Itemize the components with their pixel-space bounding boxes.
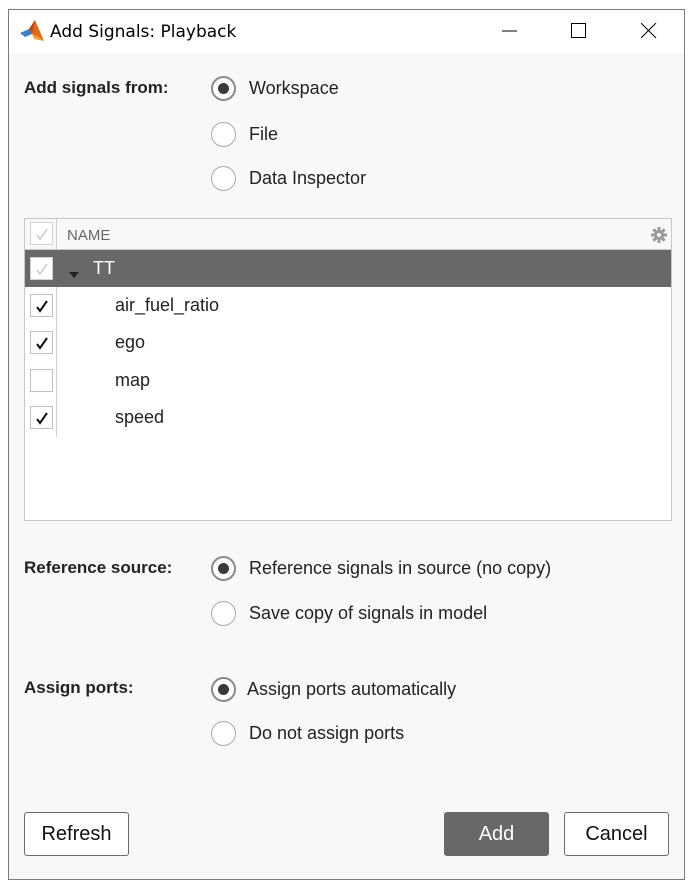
caret-down-icon[interactable] xyxy=(69,265,79,283)
radio-button[interactable] xyxy=(211,166,236,191)
add-signals-dialog: Add Signals: Playback Add signals from: … xyxy=(8,9,685,880)
title-bar: Add Signals: Playback xyxy=(9,10,684,53)
row-checkbox[interactable] xyxy=(30,369,53,392)
radio-button[interactable] xyxy=(211,76,236,101)
check-icon xyxy=(36,412,48,425)
radio-label: Do not assign ports xyxy=(249,723,405,743)
maximize-icon xyxy=(571,23,586,38)
close-button[interactable] xyxy=(626,10,672,53)
radio-label: Assign ports automatically xyxy=(247,679,457,699)
radio-button[interactable] xyxy=(211,122,236,147)
row-checkbox[interactable] xyxy=(30,331,53,354)
add-button[interactable]: Add xyxy=(444,812,549,856)
radio-button[interactable] xyxy=(211,601,236,626)
radio-data-inspector[interactable]: Data Inspector xyxy=(211,166,366,191)
check-icon xyxy=(36,337,48,350)
tree-row-root[interactable]: TT xyxy=(25,250,671,287)
minimize-button[interactable] xyxy=(487,10,533,53)
close-icon xyxy=(641,23,657,39)
maximize-button[interactable] xyxy=(556,10,602,53)
window-title: Add Signals: Playback xyxy=(50,22,237,42)
reference-source-label: Reference source: xyxy=(24,558,173,577)
assign-ports-label: Assign ports: xyxy=(24,678,134,697)
name-column-header[interactable]: NAME xyxy=(67,227,110,244)
row-name: air_fuel_ratio xyxy=(115,295,220,315)
radio-button[interactable] xyxy=(211,556,236,581)
row-checkbox[interactable] xyxy=(30,257,53,280)
radio-reference-in-source[interactable]: Reference signals in source (no copy) xyxy=(211,556,551,581)
row-name: TT xyxy=(93,258,115,278)
radio-label: Reference signals in source (no copy) xyxy=(249,558,552,578)
check-icon xyxy=(36,263,48,276)
select-all-checkbox[interactable] xyxy=(30,222,53,245)
radio-label: File xyxy=(249,124,279,144)
tree-header: NAME xyxy=(25,219,671,250)
radio-save-copy[interactable]: Save copy of signals in model xyxy=(211,601,487,626)
tree-row[interactable]: ego xyxy=(25,324,671,361)
row-checkbox[interactable] xyxy=(30,406,53,429)
radio-file[interactable]: File xyxy=(211,122,278,147)
radio-label: Save copy of signals in model xyxy=(249,603,488,623)
tree-row[interactable]: map xyxy=(25,362,671,399)
radio-button[interactable] xyxy=(211,721,236,746)
radio-button[interactable] xyxy=(211,677,236,702)
refresh-button[interactable]: Refresh xyxy=(24,812,129,856)
check-icon xyxy=(36,228,48,241)
row-name: ego xyxy=(115,332,146,352)
tree-row[interactable]: air_fuel_ratio xyxy=(25,287,671,324)
add-signals-from-label: Add signals from: xyxy=(24,78,169,97)
radio-do-not-assign[interactable]: Do not assign ports xyxy=(211,721,404,746)
check-icon xyxy=(36,300,48,313)
signal-tree-table[interactable]: NAME TT air_fuel_ratio ego map speed xyxy=(24,218,672,521)
cancel-button[interactable]: Cancel xyxy=(564,812,669,856)
minimize-icon xyxy=(502,30,517,32)
gear-icon[interactable] xyxy=(651,227,667,248)
radio-label: Data Inspector xyxy=(249,168,367,188)
row-name: map xyxy=(115,370,151,390)
matlab-logo-icon xyxy=(20,20,44,42)
radio-label: Workspace xyxy=(249,78,339,98)
radio-assign-automatically[interactable]: Assign ports automatically xyxy=(211,677,456,702)
radio-workspace[interactable]: Workspace xyxy=(211,76,339,101)
row-name: speed xyxy=(115,407,165,427)
row-checkbox[interactable] xyxy=(30,294,53,317)
tree-row[interactable]: speed xyxy=(25,399,671,436)
